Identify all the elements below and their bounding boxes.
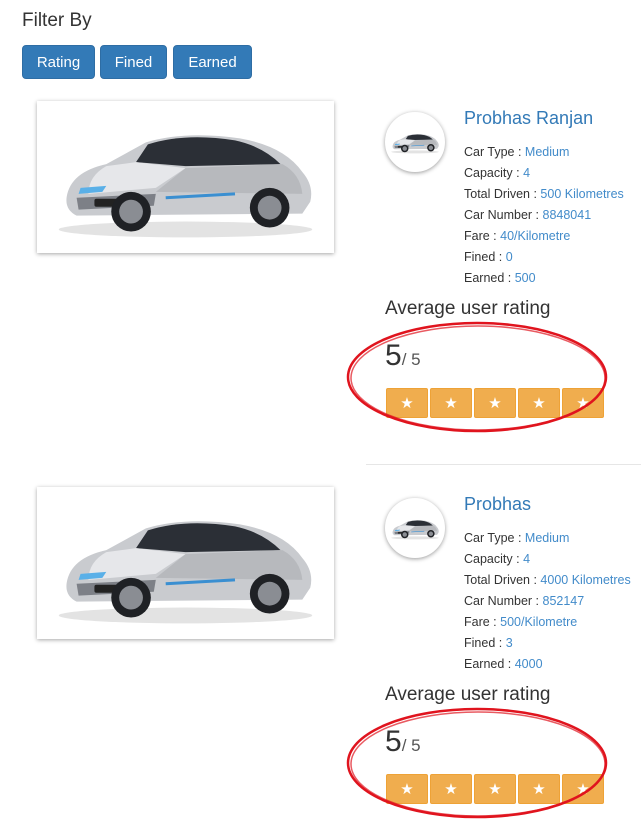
info-label: Capacity xyxy=(464,166,513,180)
info-label: Car Type xyxy=(464,145,515,159)
info-value: 500/Kilometre xyxy=(500,615,578,629)
rating-score: 5/ 5 xyxy=(385,725,421,759)
info-row: Capacity : 4 xyxy=(464,166,531,180)
car-photo xyxy=(37,101,334,253)
rating-stars: ★ ★ ★ ★ ★ xyxy=(386,388,606,418)
rating-stars: ★ ★ ★ ★ ★ xyxy=(386,774,606,804)
rating-score: 5/ 5 xyxy=(385,339,421,373)
star-icon[interactable]: ★ xyxy=(474,774,516,804)
rating-max: / 5 xyxy=(401,736,421,755)
info-label: Earned xyxy=(464,657,505,671)
info-row: Fare : 40/Kilometre xyxy=(464,229,571,243)
info-value: 4 xyxy=(523,166,531,180)
rating-value: 5 xyxy=(385,339,402,372)
filter-rating-button[interactable]: Rating xyxy=(22,45,95,79)
info-value: Medium xyxy=(524,145,570,159)
rating-value: 5 xyxy=(385,725,402,758)
info-label: Fined xyxy=(464,250,496,264)
info-row: Fined : 3 xyxy=(464,636,513,650)
info-row: Fined : 0 xyxy=(464,250,513,264)
info-label: Car Number xyxy=(464,208,533,222)
star-icon[interactable]: ★ xyxy=(562,388,604,418)
rating-title: Average user rating xyxy=(385,684,551,705)
info-label: Capacity xyxy=(464,552,513,566)
info-row: Earned : 4000 xyxy=(464,657,543,671)
info-value: 40/Kilometre xyxy=(500,229,571,243)
car-photo xyxy=(37,487,334,639)
star-icon[interactable]: ★ xyxy=(386,388,428,418)
info-row: Total Driven : 500 Kilometres xyxy=(464,187,624,201)
info-value: 4000 xyxy=(514,657,543,671)
info-row: Car Type : Medium xyxy=(464,531,570,545)
star-icon[interactable]: ★ xyxy=(562,774,604,804)
star-icon[interactable]: ★ xyxy=(474,388,516,418)
star-icon[interactable]: ★ xyxy=(430,388,472,418)
star-icon[interactable]: ★ xyxy=(430,774,472,804)
info-label: Earned xyxy=(464,271,505,285)
info-label: Fare xyxy=(464,615,490,629)
star-icon[interactable]: ★ xyxy=(386,774,428,804)
star-icon[interactable]: ★ xyxy=(518,774,560,804)
info-label: Fined xyxy=(464,636,496,650)
filter-title: Filter By xyxy=(22,10,92,31)
rating-title: Average user rating xyxy=(385,298,551,319)
driver-avatar xyxy=(385,498,445,558)
driver-name-link[interactable]: Probhas Ranjan xyxy=(464,108,593,129)
info-value: 8848041 xyxy=(542,208,592,222)
annotation-oval xyxy=(346,321,608,433)
info-label: Total Driven xyxy=(464,573,530,587)
info-row: Car Number : 852147 xyxy=(464,594,585,608)
filter-earned-button[interactable]: Earned xyxy=(173,45,252,79)
driver-avatar xyxy=(385,112,445,172)
card-divider xyxy=(366,464,641,465)
driver-name-link[interactable]: Probhas xyxy=(464,494,531,515)
info-row: Capacity : 4 xyxy=(464,552,531,566)
info-value: 500 xyxy=(514,271,536,285)
info-row: Fare : 500/Kilometre xyxy=(464,615,578,629)
info-label: Total Driven xyxy=(464,187,530,201)
info-value: 500 Kilometres xyxy=(540,187,624,201)
info-value: 0 xyxy=(505,250,513,264)
annotation-oval xyxy=(346,707,608,819)
info-row: Earned : 500 xyxy=(464,271,536,285)
info-row: Total Driven : 4000 Kilometres xyxy=(464,573,631,587)
info-label: Car Number xyxy=(464,594,533,608)
info-value: 852147 xyxy=(542,594,585,608)
info-label: Car Type xyxy=(464,531,515,545)
info-label: Fare xyxy=(464,229,490,243)
info-row: Car Type : Medium xyxy=(464,145,570,159)
star-icon[interactable]: ★ xyxy=(518,388,560,418)
rating-max: / 5 xyxy=(401,350,421,369)
filter-fined-button[interactable]: Fined xyxy=(100,45,167,79)
info-value: 4000 Kilometres xyxy=(540,573,631,587)
info-row: Car Number : 8848041 xyxy=(464,208,592,222)
info-value: Medium xyxy=(524,531,570,545)
info-value: 4 xyxy=(523,552,531,566)
info-value: 3 xyxy=(505,636,513,650)
